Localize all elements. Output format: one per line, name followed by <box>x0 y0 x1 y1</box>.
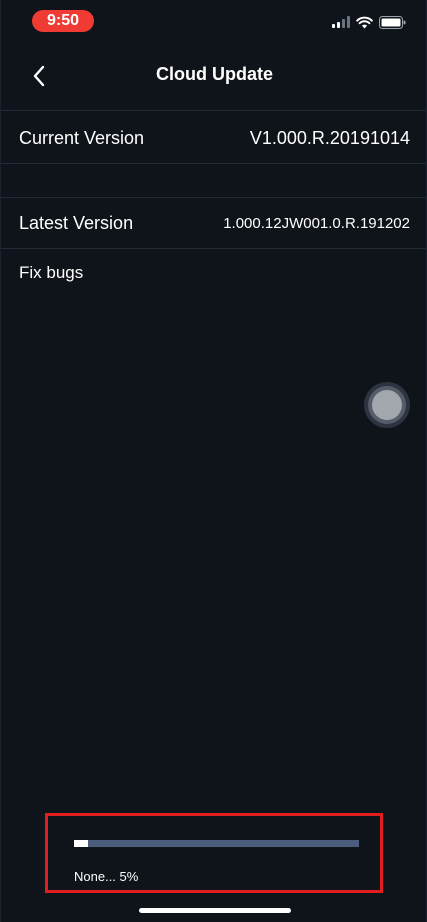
divider <box>1 248 426 249</box>
assistive-touch-ring <box>368 386 406 424</box>
assistive-touch-button[interactable] <box>364 382 410 428</box>
assistive-touch-core <box>372 390 402 420</box>
wifi-icon <box>356 16 373 28</box>
latest-version-value: 1.000.12JW001.0.R.191202 <box>223 214 410 232</box>
divider <box>1 110 426 111</box>
release-notes: Fix bugs <box>19 263 84 282</box>
page-title: Cloud Update <box>156 64 273 84</box>
divider <box>1 163 426 164</box>
nav-bar: Cloud Update <box>1 44 426 110</box>
current-version-label: Current Version <box>19 127 145 148</box>
battery-icon <box>379 15 406 29</box>
progress-bar-fill <box>74 840 89 847</box>
current-version-value: V1.000.R.20191014 <box>249 127 410 148</box>
progress-status-text: None... 5% <box>74 869 139 884</box>
progress-bar <box>74 840 359 847</box>
latest-version-label: Latest Version <box>19 212 134 233</box>
cloud-update-screen: 9:50 Cloud Update Current Version V1.000… <box>0 0 427 922</box>
home-indicator[interactable] <box>139 908 291 913</box>
status-bar: 9:50 <box>1 0 426 44</box>
status-time: 9:50 <box>32 10 94 32</box>
update-progress-panel: None... 5% <box>45 813 383 893</box>
cellular-signal-icon <box>332 16 350 28</box>
current-version-row: Current Version V1.000.R.20191014 <box>1 113 426 163</box>
latest-version-row: Latest Version 1.000.12JW001.0.R.191202 <box>1 198 426 248</box>
status-icons <box>332 14 406 30</box>
